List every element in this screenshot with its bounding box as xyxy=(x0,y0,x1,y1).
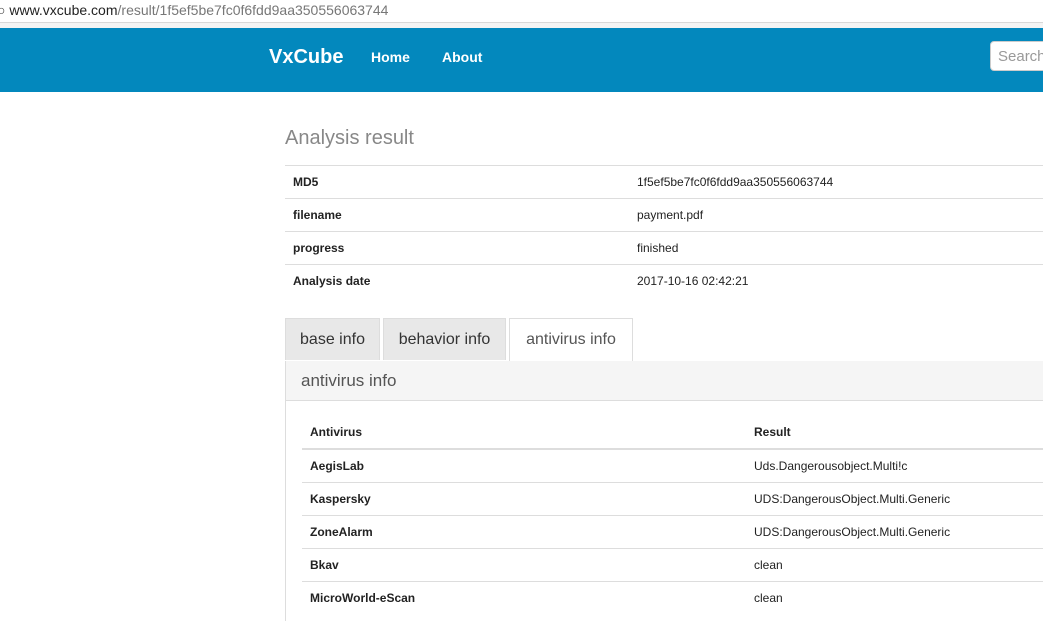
column-header-antivirus: Antivirus xyxy=(302,416,746,450)
table-header-row: Antivirus Result xyxy=(302,416,1043,450)
nav-about-link[interactable]: About xyxy=(442,47,482,67)
info-row-md5: MD5 1f5ef5be7fc0f6fdd9aa350556063744 xyxy=(285,165,1043,199)
info-key: progress xyxy=(285,231,629,265)
info-key: MD5 xyxy=(285,165,629,199)
info-row-filename: filename payment.pdf xyxy=(285,198,1043,232)
antivirus-result: UDS:DangerousObject.Multi.Generic xyxy=(746,515,1043,549)
tab-base-info[interactable]: base info xyxy=(285,318,380,360)
result-tabs: base info behavior info antivirus info xyxy=(285,318,1043,362)
info-value: 2017-10-16 02:42:21 xyxy=(629,264,1043,297)
search-input[interactable] xyxy=(990,41,1043,71)
antivirus-result: clean xyxy=(746,581,1043,614)
info-value: payment.pdf xyxy=(629,198,1043,232)
address-bar[interactable]: ○ www.vxcube.com/result/1f5ef5be7fc0f6fd… xyxy=(0,0,1043,23)
top-navbar: VxCube Home About xyxy=(0,28,1043,92)
page-title: Analysis result xyxy=(285,127,414,149)
antivirus-name: Kaspersky xyxy=(302,482,746,516)
nav-home-link[interactable]: Home xyxy=(371,47,410,67)
table-row: ZoneAlarm UDS:DangerousObject.Multi.Gene… xyxy=(302,515,1043,549)
info-row-analysis-date: Analysis date 2017-10-16 02:42:21 xyxy=(285,264,1043,297)
antivirus-name: MicroWorld-eScan xyxy=(302,581,746,614)
table-row: Kaspersky UDS:DangerousObject.Multi.Gene… xyxy=(302,482,1043,516)
table-row: Bkav clean xyxy=(302,548,1043,582)
antivirus-name: ZoneAlarm xyxy=(302,515,746,549)
column-header-result: Result xyxy=(746,416,1043,450)
brand-logo[interactable]: VxCube xyxy=(269,44,343,70)
antivirus-result: Uds.Dangerousobject.Multi!c xyxy=(746,448,1043,483)
antivirus-name: AegisLab xyxy=(302,448,746,483)
antivirus-result: UDS:DangerousObject.Multi.Generic xyxy=(746,482,1043,516)
url-path: /result/1f5ef5be7fc0f6fdd9aa350556063744 xyxy=(117,2,389,18)
table-row: AegisLab Uds.Dangerousobject.Multi!c xyxy=(302,448,1043,483)
info-value: finished xyxy=(629,231,1043,265)
info-key: Analysis date xyxy=(285,264,629,297)
info-key: filename xyxy=(285,198,629,232)
tab-behavior-info[interactable]: behavior info xyxy=(383,318,506,360)
antivirus-name: Bkav xyxy=(302,548,746,582)
antivirus-result: clean xyxy=(746,548,1043,582)
info-value: 1f5ef5be7fc0f6fdd9aa350556063744 xyxy=(629,165,1043,199)
info-row-progress: progress finished xyxy=(285,231,1043,265)
panel-heading: antivirus info xyxy=(286,361,1043,401)
table-row: MicroWorld-eScan clean xyxy=(302,581,1043,614)
url-text: ○ www.vxcube.com/result/1f5ef5be7fc0f6fd… xyxy=(0,0,388,20)
tab-antivirus-info[interactable]: antivirus info xyxy=(509,318,633,362)
analysis-info-table: MD5 1f5ef5be7fc0f6fdd9aa350556063744 fil… xyxy=(285,165,1043,297)
antivirus-table: Antivirus Result AegisLab Uds.Dangerouso… xyxy=(302,416,1043,614)
antivirus-panel: antivirus info Antivirus Result AegisLab… xyxy=(285,361,1043,621)
url-host: www.vxcube.com xyxy=(5,2,118,18)
